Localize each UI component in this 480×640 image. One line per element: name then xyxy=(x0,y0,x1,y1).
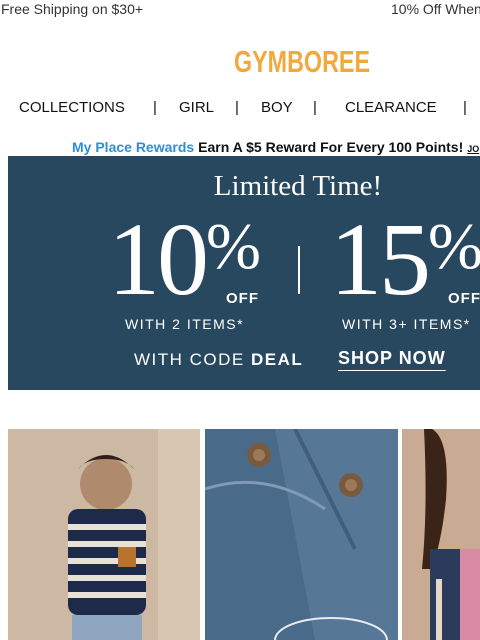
nav-separator: | xyxy=(313,99,317,116)
offer-divider xyxy=(298,246,300,294)
hero-promo-banner[interactable]: Limited Time! 10% OFF 15% OFF WITH 2 ITE… xyxy=(8,156,480,390)
gymboree-logo[interactable]: GYMBOREE xyxy=(232,40,372,80)
category-tile-boy-sweater[interactable] xyxy=(8,429,200,640)
nav-item-girl[interactable]: GIRL xyxy=(179,99,214,116)
main-nav: COLLECTIONS | GIRL | BOY | CLEARANCE | xyxy=(0,99,480,119)
offer-1-condition: WITH 2 ITEMS* xyxy=(125,316,245,332)
shop-now-button[interactable]: SHOP NOW xyxy=(338,348,446,369)
category-tile-denim[interactable] xyxy=(205,429,398,640)
denim-jeans-photo xyxy=(205,429,398,640)
nav-separator: | xyxy=(463,99,467,116)
nav-item-boy[interactable]: BOY xyxy=(261,99,293,116)
nav-item-clearance[interactable]: CLEARANCE xyxy=(345,99,437,116)
logo-text: GYMBOREE xyxy=(234,44,370,79)
promo-discount[interactable]: 10% Off When xyxy=(391,1,480,17)
offer-2-off: OFF xyxy=(448,290,480,307)
girl-jacket-photo xyxy=(402,429,480,640)
promo-bar: Free Shipping on $30+ 10% Off When xyxy=(0,0,480,20)
nav-separator: | xyxy=(153,99,157,116)
offer-1-off: OFF xyxy=(226,290,259,307)
rewards-brand[interactable]: My Place Rewards xyxy=(72,139,194,155)
boy-striped-sweater-photo xyxy=(8,429,200,640)
category-tile-girl[interactable] xyxy=(402,429,480,640)
rewards-join-link[interactable]: JO xyxy=(467,144,479,154)
promo-free-shipping[interactable]: Free Shipping on $30+ xyxy=(1,1,143,17)
rewards-message: Earn A $5 Reward For Every 100 Points! xyxy=(198,139,464,155)
promo-code: DEAL xyxy=(251,350,304,369)
promo-code-line: WITH CODE DEAL xyxy=(134,350,304,369)
rewards-banner: My Place Rewards Earn A $5 Reward For Eve… xyxy=(72,139,479,155)
hero-headline: Limited Time! xyxy=(213,170,383,202)
nav-item-collections[interactable]: COLLECTIONS xyxy=(19,99,125,116)
nav-separator: | xyxy=(235,99,239,116)
offer-2-condition: WITH 3+ ITEMS* xyxy=(342,316,471,332)
